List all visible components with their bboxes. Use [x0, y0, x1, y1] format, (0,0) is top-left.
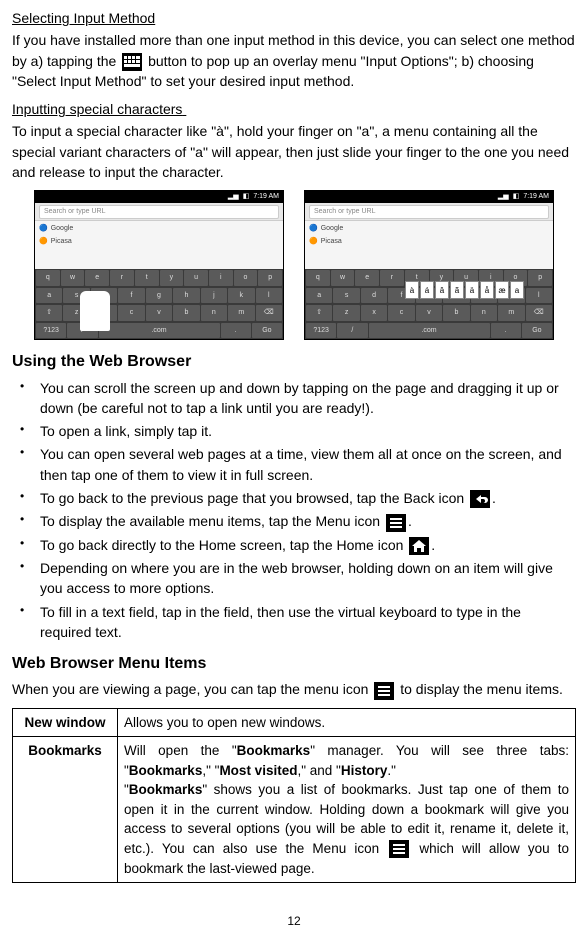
table-row: New window Allows you to open new window…: [13, 708, 576, 737]
table-row: Bookmarks Will open the "Bookmarks" mana…: [13, 737, 576, 883]
back-icon: [470, 490, 490, 508]
menu-icon: [389, 840, 409, 858]
list-item: To go back directly to the Home screen, …: [12, 535, 576, 555]
section1-paragraph: If you have installed more than one inpu…: [12, 30, 576, 91]
home-icon: [409, 537, 429, 555]
page-number: 12: [12, 913, 576, 930]
menu-intro-paragraph: When you are viewing a page, you can tap…: [12, 679, 576, 699]
screenshot-keyboard-hold: ▂▅◧7:19 AM Search or type URL 🔵Google 🟠P…: [34, 190, 284, 340]
screenshot-row: ▂▅◧7:19 AM Search or type URL 🔵Google 🟠P…: [12, 190, 576, 340]
menu-items-table: New window Allows you to open new window…: [12, 708, 576, 884]
section-title-special-chars: Inputting special characters: [12, 99, 576, 119]
cell-desc-bookmarks: Will open the "Bookmarks" manager. You w…: [118, 737, 576, 883]
hand-pointer-icon: [80, 291, 110, 331]
cell-label-new-window: New window: [13, 708, 118, 737]
keyboard-settings-icon: [122, 53, 142, 71]
cell-label-bookmarks: Bookmarks: [13, 737, 118, 883]
section-title-input-method: Selecting Input Method: [12, 8, 576, 28]
heading-menu-items: Web Browser Menu Items: [12, 652, 576, 675]
section2-paragraph: To input a special character like "à", h…: [12, 121, 576, 182]
list-item: To display the available menu items, tap…: [12, 511, 576, 531]
browser-bullet-list: You can scroll the screen up and down by…: [12, 378, 576, 643]
list-item: To fill in a text field, tap in the fiel…: [12, 602, 576, 643]
screenshot-accent-popup: ▂▅◧7:19 AM Search or type URL 🔵Google 🟠P…: [304, 190, 554, 340]
list-item: To go back to the previous page that you…: [12, 488, 576, 508]
cell-desc-new-window: Allows you to open new windows.: [118, 708, 576, 737]
list-item: Depending on where you are in the web br…: [12, 558, 576, 599]
list-item: To open a link, simply tap it.: [12, 421, 576, 441]
menu-icon: [386, 514, 406, 532]
menu-icon: [374, 682, 394, 700]
list-item: You can scroll the screen up and down by…: [12, 378, 576, 419]
accent-popup: àáâãäåæa: [405, 281, 524, 299]
list-item: You can open several web pages at a time…: [12, 444, 576, 485]
heading-using-web-browser: Using the Web Browser: [12, 350, 576, 373]
